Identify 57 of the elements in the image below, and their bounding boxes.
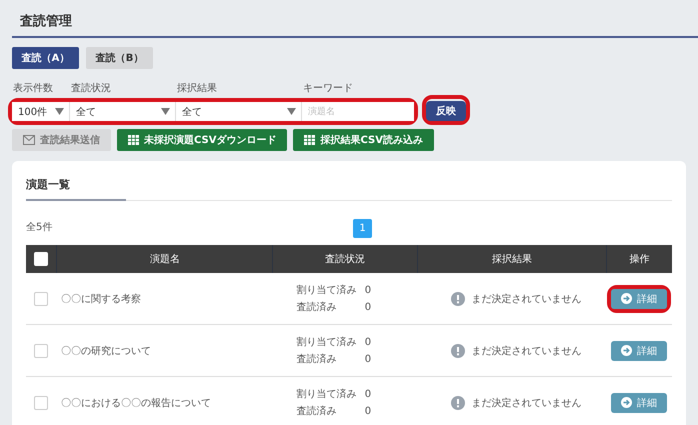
table-cell: 〇〇に関する考察	[56, 273, 273, 324]
arrow-icon	[621, 345, 632, 356]
field-label: 査読状況	[71, 82, 111, 95]
column-header: 操作	[606, 245, 672, 273]
status-value: 0	[364, 404, 372, 418]
caret-icon	[287, 108, 296, 115]
field-label: 採択結果	[177, 82, 217, 95]
page-title: 査読管理	[20, 13, 73, 30]
arrow-icon	[621, 397, 632, 408]
table-icon	[128, 135, 139, 145]
apply-button[interactable]: 反映	[426, 101, 466, 121]
status-label: 査読済み	[296, 404, 338, 418]
select-field[interactable]: 100件	[12, 102, 70, 121]
select-field[interactable]: 全て	[176, 102, 302, 121]
status-label: 査読済み	[296, 300, 338, 314]
page-button[interactable]: 1	[353, 219, 372, 238]
checkbox[interactable]	[34, 344, 48, 358]
column-header: 演題名	[56, 245, 273, 273]
table-icon	[304, 135, 316, 145]
detail-button[interactable]: 詳細	[611, 340, 667, 360]
status-value: 0	[364, 352, 372, 366]
section-title: 演題一覧	[26, 177, 126, 201]
info-icon	[450, 396, 465, 410]
select-field[interactable]: 全て	[70, 102, 176, 121]
field-label: キーワード	[303, 82, 353, 95]
field-label: 表示件数	[13, 82, 53, 95]
action-button[interactable]: 未採択演題CSVダウンロード	[117, 129, 288, 151]
checkbox[interactable]	[34, 292, 48, 306]
table-cell: 〇〇の研究について	[56, 324, 273, 376]
caret-icon	[161, 108, 170, 115]
status-value: 0	[364, 388, 372, 402]
column-header: 査読状況	[272, 245, 418, 273]
keyword-field[interactable]: 演題名	[302, 102, 414, 121]
result-count: 全5件	[26, 221, 52, 234]
action-button[interactable]: 採択結果CSV読み込み	[293, 129, 434, 151]
status-value: 0	[364, 336, 372, 350]
caret-icon	[55, 108, 64, 115]
info-icon	[450, 292, 465, 306]
result-text: まだ決定されていません	[472, 396, 582, 410]
detail-button[interactable]: 詳細	[611, 392, 667, 412]
tab[interactable]: 査読（B）	[86, 47, 153, 69]
detail-button[interactable]: 詳細	[611, 288, 667, 308]
result-text: まだ決定されていません	[472, 292, 582, 306]
info-icon	[450, 344, 465, 358]
status-label: 割り当て済み	[296, 284, 358, 298]
status-value: 0	[364, 284, 372, 298]
arrow-icon	[621, 293, 632, 304]
table-cell: 〇〇における〇〇の報告について	[56, 376, 273, 425]
tab[interactable]: 査読（A）	[12, 47, 79, 69]
result-text: まだ決定されていません	[472, 344, 582, 358]
mail-icon	[23, 135, 35, 145]
status-label: 割り当て済み	[296, 388, 358, 402]
column-header: 採択結果	[418, 245, 606, 273]
status-label: 査読済み	[296, 352, 338, 366]
checkbox[interactable]	[34, 396, 48, 410]
status-label: 割り当て済み	[296, 336, 358, 350]
status-value: 0	[364, 300, 372, 314]
